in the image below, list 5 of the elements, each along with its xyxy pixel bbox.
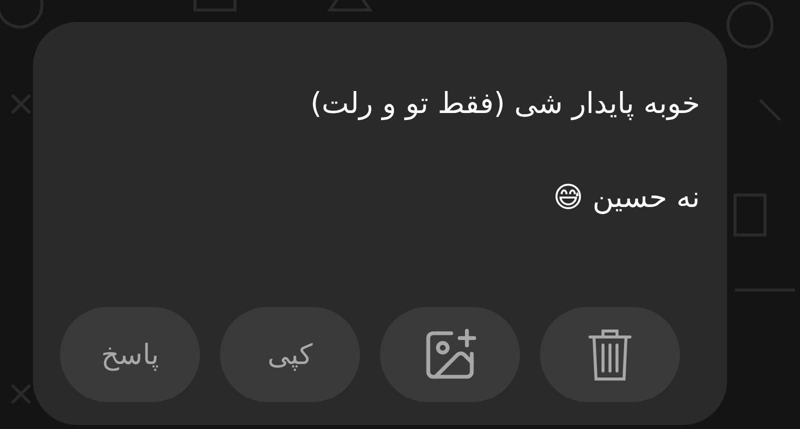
message-text: خوبه پایدار شی (فقط تو و رلت) [309,85,700,122]
trash-icon [588,328,632,382]
action-button[interactable]: کپی [220,307,360,402]
action-button[interactable]: پاسخ [60,307,200,402]
message-text: نه حسین 😅 [552,179,700,216]
